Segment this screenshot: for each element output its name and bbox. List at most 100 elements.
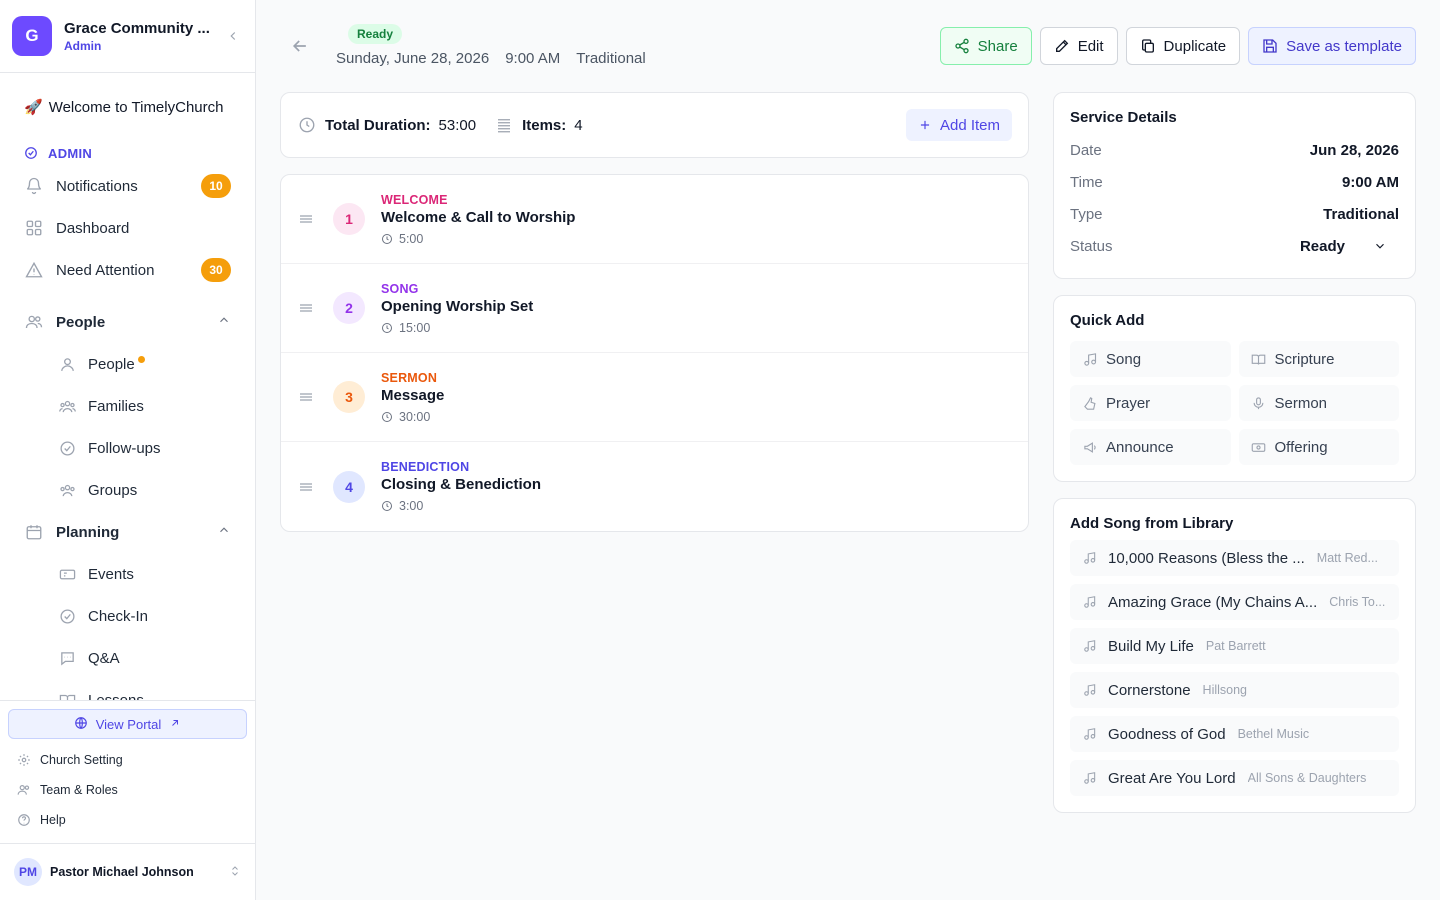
quick-add-song[interactable]: Song (1070, 341, 1231, 377)
calendar-icon (24, 522, 44, 542)
quick-add-label: Prayer (1106, 394, 1151, 412)
service-details-panel: Service Details Date Jun 28, 2026 Time 9:0… (1053, 92, 1416, 279)
quick-add-label: Announce (1106, 438, 1174, 456)
service-item-row[interactable]: 3 SERMON Message 30:00 (281, 353, 1028, 442)
service-item-row[interactable]: 4 BENEDICTION Closing & Benediction 3:00 (281, 442, 1028, 531)
save-icon (1263, 39, 1277, 53)
music-icon (1082, 351, 1098, 367)
library-song-item[interactable]: 10,000 Reasons (Bless the ... Matt Red..… (1070, 540, 1399, 576)
share-button[interactable]: Share (939, 27, 1032, 65)
check-circle-icon (58, 607, 76, 625)
ticket-icon (58, 565, 76, 583)
item-number: 4 (333, 470, 365, 503)
sidebar-item-notifications[interactable]: Notifications 10 (0, 165, 255, 207)
family-icon (58, 397, 76, 415)
service-type: Traditional (576, 50, 646, 67)
save-template-button[interactable]: Save as template (1248, 27, 1416, 65)
sidebar-item-label: Lessons (88, 691, 144, 701)
detail-value: Jun 28, 2026 (1309, 141, 1399, 159)
help-icon (16, 812, 32, 828)
service-meta: Ready Sunday, June 28, 2026 9:00 AM Trad… (336, 24, 646, 67)
book-icon (58, 691, 76, 700)
collapse-sidebar-button[interactable] (223, 26, 243, 46)
help-link[interactable]: Help (8, 805, 247, 835)
library-song-item[interactable]: Amazing Grace (My Chains A... Chris To..… (1070, 584, 1399, 620)
team-roles-link[interactable]: Team & Roles (8, 775, 247, 805)
sidebar-group-label: Planning (56, 523, 120, 541)
sidebar-item-label: Families (88, 397, 144, 415)
chevron-up-icon (217, 523, 231, 541)
drag-handle-icon[interactable] (297, 210, 317, 228)
item-number: 3 (333, 381, 365, 413)
drag-handle-icon[interactable] (297, 299, 317, 317)
drag-handle-icon[interactable] (297, 388, 317, 406)
song-artist: Hillsong (1202, 683, 1248, 697)
status-select[interactable]: Ready (1300, 238, 1399, 255)
sidebar-item-lessons[interactable]: Lessons (0, 679, 255, 700)
sidebar-item-groups[interactable]: Groups (0, 469, 255, 511)
user-name: Pastor Michael Johnson (50, 865, 194, 879)
item-title: Message (381, 386, 445, 404)
page-header: Ready Sunday, June 28, 2026 9:00 AM Trad… (280, 0, 1416, 92)
quick-add-announce[interactable]: Announce (1070, 429, 1231, 465)
library-song-item[interactable]: Goodness of God Bethel Music (1070, 716, 1399, 752)
church-setting-link[interactable]: Church Setting (8, 745, 247, 775)
sidebar-item-qa[interactable]: Q&A (0, 637, 255, 679)
item-duration-value: 15:00 (399, 320, 431, 335)
sidebar: G Grace Community ... Admin 🚀 Welcome to… (0, 0, 256, 900)
save-template-label: Save as template (1286, 37, 1402, 55)
sidebar-item-people[interactable]: People (0, 343, 255, 385)
sidebar-group-label: People (56, 313, 106, 331)
sidebar-item-families[interactable]: Families (0, 385, 255, 427)
chevron-left-icon (230, 32, 236, 40)
quick-add-offering[interactable]: Offering (1238, 429, 1399, 465)
detail-row-date: Date Jun 28, 2026 (1070, 134, 1399, 166)
duplicate-button[interactable]: Duplicate (1125, 27, 1241, 65)
clock-icon (382, 233, 392, 244)
sidebar-item-label: Need Attention (56, 261, 155, 279)
sidebar-item-events[interactable]: Events (0, 553, 255, 595)
add-item-label: Add Item (939, 116, 1000, 134)
items-label: Items: (522, 116, 567, 134)
quick-add-sermon[interactable]: Sermon (1238, 385, 1399, 421)
sidebar-item-label: Groups (88, 481, 138, 499)
music-icon (1082, 770, 1098, 786)
add-item-button[interactable]: Add Item (905, 109, 1012, 141)
quick-add-scripture[interactable]: Scripture (1238, 341, 1399, 377)
song-artist: All Sons & Daughters (1247, 771, 1367, 785)
item-duration-value: 5:00 (399, 231, 424, 246)
library-song-item[interactable]: Cornerstone Hillsong (1070, 672, 1399, 708)
quick-add-prayer[interactable]: Prayer (1070, 385, 1231, 421)
org-header[interactable]: G Grace Community ... Admin (0, 0, 255, 73)
user-menu[interactable]: PM Pastor Michael Johnson (0, 843, 255, 900)
song-title: Build My Life (1108, 637, 1194, 655)
back-button[interactable] (280, 26, 320, 66)
sidebar-item-label: Dashboard (56, 219, 130, 237)
quick-add-panel: Quick Add Song Scripture Prayer Sermon A… (1053, 295, 1416, 482)
sidebar-item-label: Events (88, 565, 134, 583)
list-icon (494, 115, 514, 135)
sidebar-item-need-attention[interactable]: Need Attention 30 (0, 249, 255, 291)
edit-button[interactable]: Edit (1039, 27, 1118, 65)
sidebar-nav: 🚀 Welcome to TimelyChurch ADMIN Notifica… (0, 73, 255, 700)
org-role: Admin (64, 38, 102, 53)
quick-add-label: Sermon (1274, 394, 1328, 412)
view-portal-button[interactable]: View Portal (8, 709, 247, 739)
cash-icon (1251, 439, 1267, 455)
service-item-row[interactable]: 1 WELCOME Welcome & Call to Worship 5:00 (281, 175, 1028, 264)
drag-handle-icon[interactable] (297, 478, 317, 496)
sidebar-item-follow-ups[interactable]: Follow-ups (0, 427, 255, 469)
service-item-row[interactable]: 2 SONG Opening Worship Set 15:00 (281, 264, 1028, 353)
sidebar-item-dashboard[interactable]: Dashboard (0, 207, 255, 249)
sidebar-item-check-in[interactable]: Check-In (0, 595, 255, 637)
music-icon (1082, 638, 1098, 654)
library-song-item[interactable]: Build My Life Pat Barrett (1070, 628, 1399, 664)
header-actions: Share Edit Duplicate Save as template (939, 27, 1416, 65)
edit-label: Edit (1077, 37, 1104, 55)
sidebar-item-welcome[interactable]: 🚀 Welcome to TimelyChurch (0, 73, 255, 141)
sidebar-group-planning[interactable]: Planning (0, 511, 255, 553)
library-song-item[interactable]: Great Are You Lord All Sons & Daughters (1070, 760, 1399, 796)
chevron-down-icon (1376, 243, 1384, 249)
chevron-up-icon (217, 313, 231, 331)
sidebar-group-people[interactable]: People (0, 301, 255, 343)
